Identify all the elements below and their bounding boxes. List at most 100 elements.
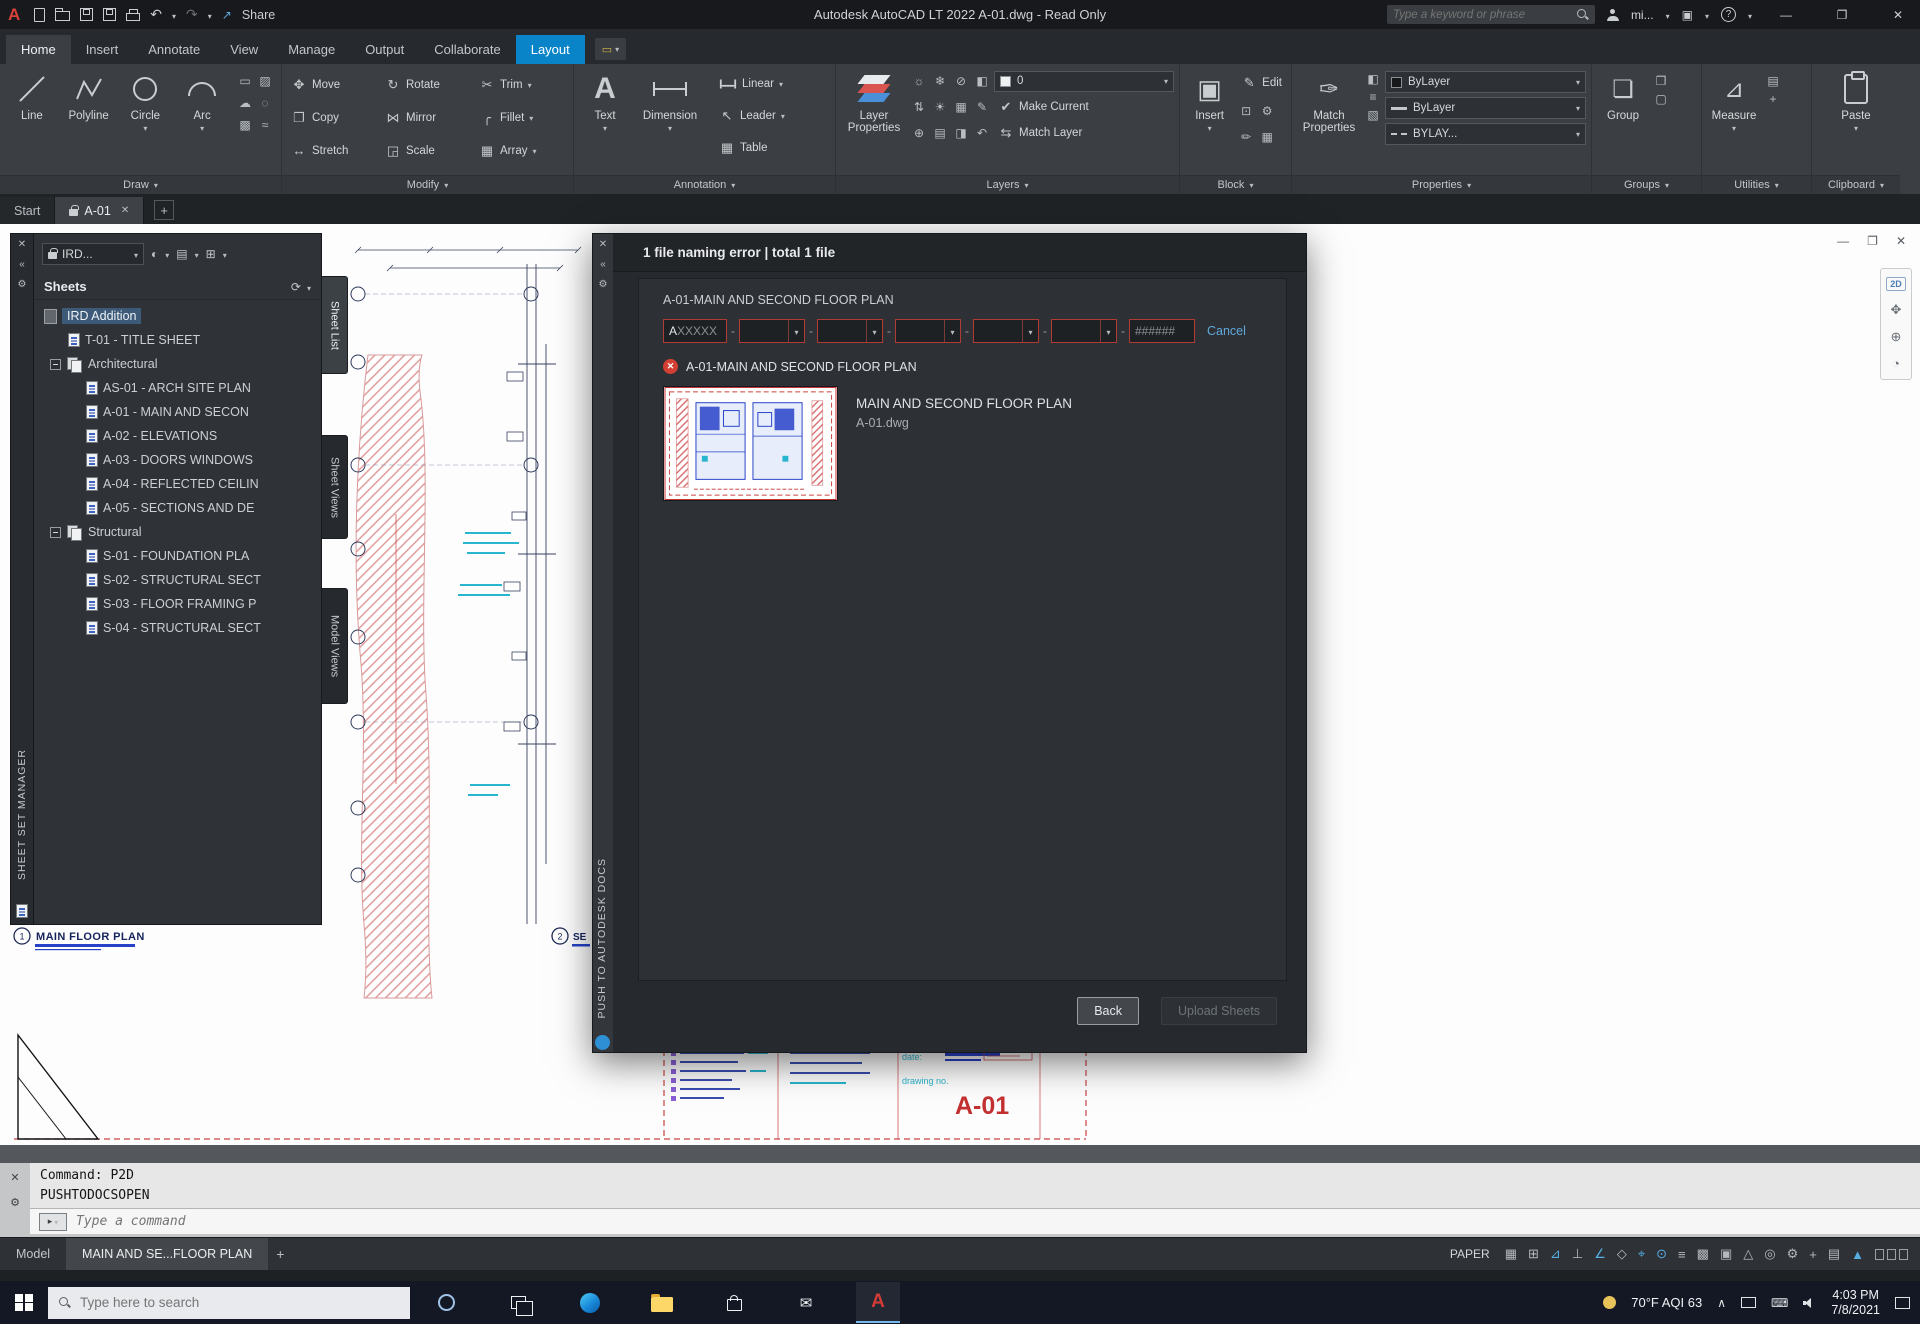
apps-caret-icon[interactable] [1705,8,1709,22]
collapse-icon[interactable] [50,359,61,370]
caret-icon[interactable] [307,278,311,296]
rectangle-icon[interactable]: ▭ [236,72,254,90]
move-button[interactable]: ✥Move [287,68,381,101]
dropdown-caret-icon[interactable] [866,320,882,342]
user-menu-caret-icon[interactable] [1666,8,1670,22]
layer-off-icon[interactable]: ⊘ [952,72,970,90]
tree-item-sheet[interactable]: S-03 - FLOOR FRAMING P [34,592,321,616]
gradient-icon[interactable]: ▩ [236,116,254,134]
tab-model-views[interactable]: Model Views [322,588,348,704]
tree-item-sheet[interactable]: T-01 - TITLE SHEET [34,328,321,352]
spline-icon[interactable]: ≈ [256,116,274,134]
hatch-icon[interactable]: ▨ [256,72,274,90]
tree-item-sheet[interactable]: A-03 - DOORS WINDOWS [34,448,321,472]
ortho-icon[interactable]: ⊥ [1572,1246,1583,1262]
palette-bottom-sheet-icon[interactable] [16,904,28,918]
measure-button[interactable]: ⊿ Measure [1707,68,1761,175]
match-layer-button[interactable]: ⇆Match Layer [994,125,1086,141]
ellipse-icon[interactable]: ◌ [256,94,274,112]
panel-label-block[interactable]: Block [1180,175,1291,194]
tray-chevron-icon[interactable]: ∧ [1717,1296,1726,1310]
taskbar-search-input[interactable] [80,1295,399,1310]
customization-icons[interactable] [1875,1249,1908,1260]
weather-icon[interactable] [1603,1296,1616,1309]
undo-caret-icon[interactable] [172,8,176,22]
leader-button[interactable]: ↖Leader [715,100,789,132]
minimize-button[interactable]: — [1764,0,1808,29]
layer-freeze-icon[interactable]: ❄ [931,72,949,90]
panel-label-clipboard[interactable]: Clipboard [1812,175,1900,194]
annotation-visibility-icon[interactable]: △ [1743,1246,1753,1262]
collapse-icon[interactable] [50,527,61,538]
segment-dropdown-1[interactable] [739,319,805,343]
fillet-button[interactable]: ╭Fillet [475,101,567,134]
table-button[interactable]: ▦Table [715,132,789,164]
layer-merge-icon[interactable]: ▤ [931,124,949,142]
tab-sheet-views[interactable]: Sheet Views [322,435,348,539]
file-tab-start[interactable]: Start [0,197,55,224]
layer-delete-icon[interactable]: ◨ [952,124,970,142]
isodraft-icon[interactable]: ◇ [1617,1246,1627,1262]
drawing-restore-icon[interactable]: ❐ [1867,234,1878,248]
transparency-icon[interactable]: ▩ [1697,1246,1709,1262]
command-history[interactable]: Command: P2D PUSHTODOCSOPEN [30,1163,1920,1209]
sheet-selections-icon[interactable]: ⊞ [206,247,216,261]
maximize-button[interactable]: ❐ [1820,0,1864,29]
display-icon[interactable] [1741,1297,1756,1308]
drawing-minimize-icon[interactable]: — [1837,234,1849,248]
close-button[interactable]: ✕ [1876,0,1920,29]
tab-home[interactable]: Home [6,35,71,64]
annotation-monitor-icon[interactable]: + [1809,1247,1817,1262]
dialog-title-strip[interactable]: ✕ « ⚙ PUSH TO AUTODESK DOCS [593,234,613,1052]
mail-button[interactable]: ✉ [770,1281,842,1324]
user-avatar-icon[interactable] [1607,9,1619,21]
pan-icon[interactable]: ✥ [1891,302,1902,318]
palette-properties-icon[interactable]: ⚙ [18,279,27,290]
orbit-icon[interactable]: ◔ [1892,356,1900,371]
array-button[interactable]: ▦Array [475,134,567,167]
circle-button[interactable]: Circle [119,68,173,175]
caret-icon[interactable] [223,245,227,263]
share-icon[interactable]: ↗ [222,8,232,22]
panel-label-layers[interactable]: Layers [836,175,1179,194]
tab-insert[interactable]: Insert [71,35,134,64]
mirror-button[interactable]: ⋈Mirror [381,101,475,134]
segment-dropdown-2[interactable] [817,319,883,343]
revision-cloud-icon[interactable]: ☁ [236,94,254,112]
tree-item-sheet[interactable]: A-02 - ELEVATIONS [34,424,321,448]
number-suffix-field[interactable]: ###### [1129,319,1195,343]
insert-button[interactable]: ▣ Insert [1185,68,1234,175]
paper-model-toggle[interactable]: PAPER [1450,1247,1490,1261]
weather-label[interactable]: 70°F AQI 63 [1631,1295,1702,1310]
file-explorer-button[interactable] [626,1281,698,1324]
redo-caret-icon[interactable] [208,8,212,22]
annotation-scale-icon[interactable]: ◎ [1764,1246,1775,1262]
tab-sheet-list[interactable]: Sheet List [322,276,348,374]
nav-wheel-icon[interactable]: 2D [1886,277,1906,291]
id-point-icon[interactable]: + [1764,90,1782,108]
autocad-logo-icon[interactable]: A [8,5,24,25]
tree-item-sheet[interactable]: A-05 - SECTIONS AND DE [34,496,321,520]
search-icon[interactable] [1577,9,1589,21]
match-properties-button[interactable]: ✑ Match Properties [1297,68,1361,175]
segment-dropdown-5[interactable] [1051,319,1117,343]
tree-item-sheet[interactable]: A-01 - MAIN AND SECON [34,400,321,424]
cancel-link[interactable]: Cancel [1207,324,1246,338]
ribbon-options-button[interactable]: ▭ [595,38,626,60]
object-color-select[interactable]: ByLayer [1385,71,1586,93]
volume-icon[interactable] [1803,1298,1816,1308]
undo-icon[interactable]: ↶ [150,6,162,23]
command-input[interactable] [76,1214,1911,1229]
tree-item-sheet[interactable]: AS-01 - ARCH SITE PLAN [34,376,321,400]
cortana-button[interactable] [410,1281,482,1324]
keyboard-icon[interactable]: ⌨ [1771,1296,1788,1310]
caret-icon[interactable] [195,245,199,263]
taskbar-clock[interactable]: 4:03 PM 7/8/2021 [1831,1288,1880,1318]
snap-icon[interactable]: ⊞ [1528,1246,1539,1262]
autocad-taskbar-button[interactable]: A [842,1281,914,1324]
tree-item-sheet[interactable]: S-01 - FOUNDATION PLA [34,544,321,568]
help-search-input[interactable] [1393,9,1571,21]
linear-button[interactable]: Linear [715,68,789,100]
lineweight-select[interactable]: ByLayer [1385,97,1586,119]
scale-button[interactable]: ◲Scale [381,134,475,167]
